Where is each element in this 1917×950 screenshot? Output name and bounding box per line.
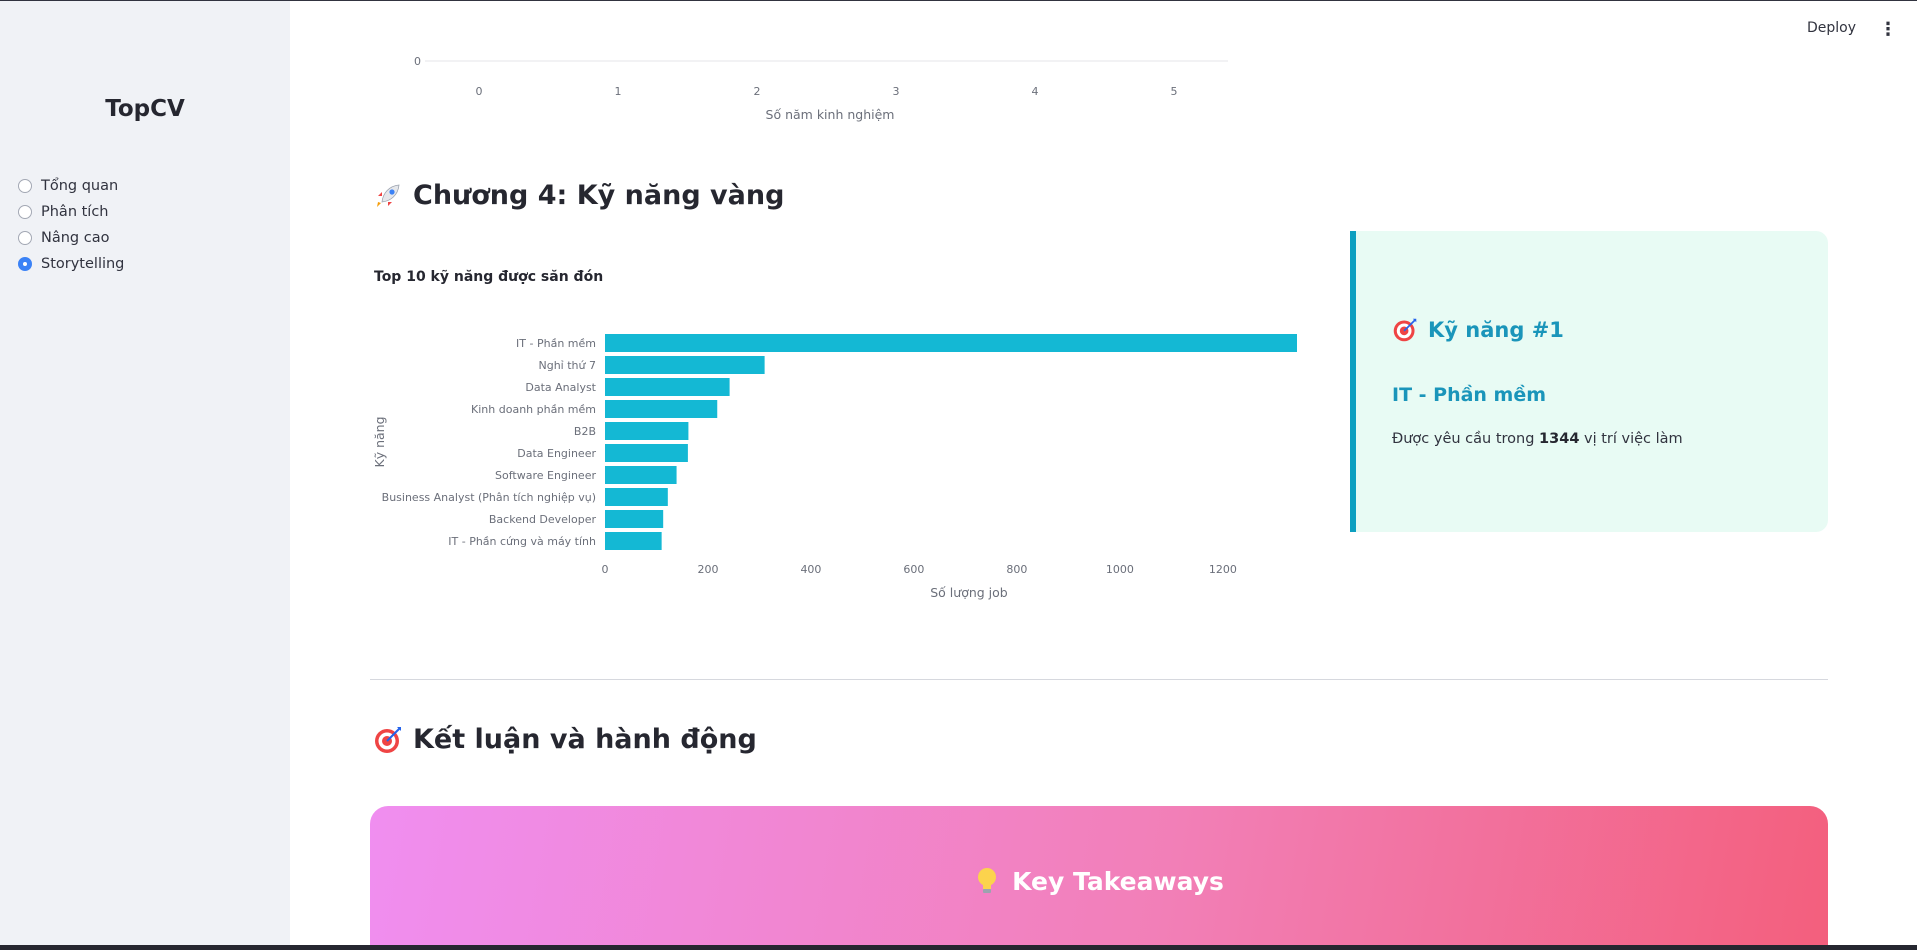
prev-x-tick: 4: [1032, 85, 1039, 98]
prev-x-tick: 1: [615, 85, 622, 98]
bar: [605, 334, 1297, 352]
key-takeaways-text: Key Takeaways: [1012, 866, 1224, 896]
target-icon: [375, 726, 401, 753]
y-axis-title: Kỹ năng: [372, 416, 387, 467]
y-tick-label: IT - Phần mềm: [516, 337, 596, 350]
y-tick-label: B2B: [574, 425, 596, 438]
callout-heading: Kỹ năng #1: [1392, 317, 1564, 343]
chart-title: Top 10 kỹ năng được săn đón: [374, 269, 603, 285]
prev-x-tick: 3: [893, 85, 900, 98]
bars-group: [605, 334, 1297, 550]
x-tick-label: 1200: [1209, 563, 1237, 576]
x-tick-label: 600: [903, 563, 924, 576]
section-divider: [370, 679, 1828, 680]
chapter4-title-text: Chương 4: Kỹ năng vàng: [413, 180, 785, 211]
x-tick-label: 200: [697, 563, 718, 576]
callout-text-after: vị trí việc làm: [1579, 431, 1683, 447]
y-tick-labels: IT - Phần mềm Nghỉ thứ 7 Data Analyst Kinh …: [382, 337, 597, 548]
bar: [605, 378, 730, 396]
bar: [605, 488, 668, 506]
x-tick-label: 1000: [1106, 563, 1134, 576]
prev-x-axis-title: Số năm kinh nghiệm: [766, 107, 895, 122]
prev-chart: 0 0 1 2 3 4 5 Số năm kinh nghiệm: [414, 55, 1228, 122]
y-tick-label: Backend Developer: [489, 513, 597, 526]
prev-x-ticks: 0 1 2 3 4 5: [476, 85, 1178, 98]
bar: [605, 356, 765, 374]
skills-bar-chart: Top 10 kỹ năng được săn đón Kỹ năng IT -…: [372, 269, 1297, 600]
conclusion-title: Kết luận và hành động: [373, 724, 757, 755]
bar: [605, 422, 689, 440]
key-takeaways-panel: Key Takeaways: [370, 806, 1828, 945]
window-bottom-border: [0, 945, 1917, 950]
bar: [605, 532, 662, 550]
x-tick-label: 400: [800, 563, 821, 576]
lightbulb-icon: [978, 868, 997, 893]
callout-count: 1344: [1539, 431, 1580, 447]
conclusion-title-text: Kết luận và hành động: [413, 724, 757, 755]
y-tick-label: Data Engineer: [517, 447, 596, 460]
prev-x-tick: 2: [754, 85, 761, 98]
key-takeaways-title: Key Takeaways: [370, 866, 1828, 896]
bar: [605, 466, 677, 484]
y-tick-label: Nghỉ thứ 7: [539, 359, 597, 372]
x-tick-label: 800: [1006, 563, 1027, 576]
callout-description: Được yêu cầu trong 1344 vị trí việc làm: [1392, 431, 1683, 447]
bar: [605, 510, 664, 528]
callout-skill-name: IT - Phần mềm: [1392, 384, 1547, 406]
y-tick-label: Data Analyst: [525, 381, 596, 394]
bar: [605, 400, 718, 418]
callout-heading-text: Kỹ năng #1: [1428, 318, 1564, 342]
target-icon: [1393, 318, 1417, 342]
x-tick-labels: 0 200 400 600 800 1000 1200: [602, 563, 1237, 576]
bar: [605, 444, 688, 462]
y-tick-label: Software Engineer: [495, 469, 596, 482]
top-skill-callout: Kỹ năng #1 IT - Phần mềm Được yêu cầu tr…: [1350, 231, 1828, 532]
prev-x-tick: 0: [476, 85, 483, 98]
y-tick-label: IT - Phần cứng và máy tính: [448, 535, 596, 548]
y-tick-label: Kinh doanh phần mềm: [471, 403, 596, 416]
x-axis-title: Số lượng job: [930, 585, 1008, 600]
prev-x-tick: 5: [1171, 85, 1178, 98]
callout-text-before: Được yêu cầu trong: [1392, 431, 1540, 447]
y-tick-label: Business Analyst (Phân tích nghiệp vụ): [382, 491, 596, 504]
rocket-icon: [377, 184, 400, 207]
prev-y-tick: 0: [414, 55, 421, 68]
x-tick-label: 0: [602, 563, 609, 576]
chapter4-title: Chương 4: Kỹ năng vàng: [373, 180, 784, 211]
